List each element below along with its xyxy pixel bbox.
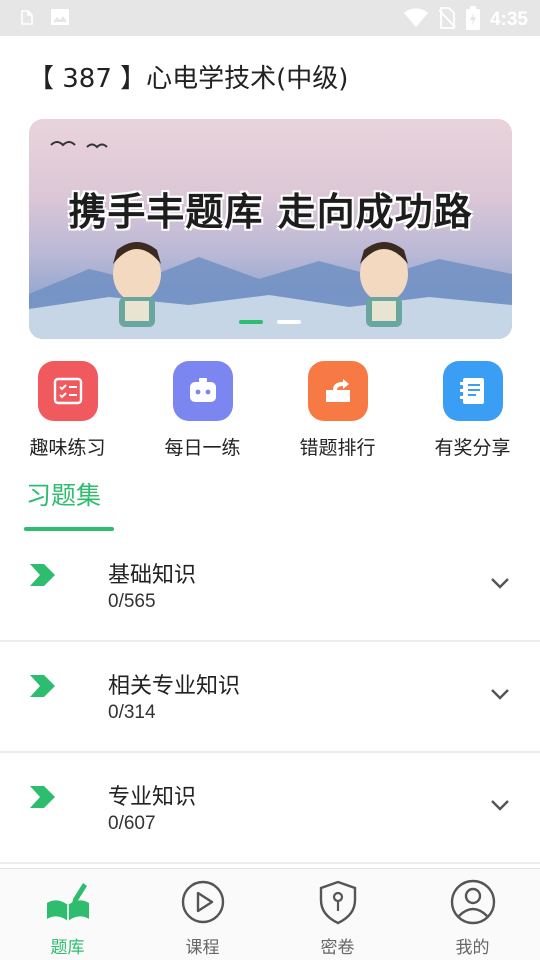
no-sim-icon — [438, 7, 456, 33]
play-circle-icon — [178, 879, 228, 929]
tab-label: 课程 — [185, 938, 220, 958]
status-time: 4:35 — [489, 9, 528, 30]
list-item-progress: 0/565 — [108, 591, 156, 612]
feature-daily-practice[interactable]: 每日一练 — [135, 361, 270, 460]
section-title: 习题集 — [26, 481, 102, 510]
tab-label: 密卷 — [320, 938, 355, 958]
battery-charging-icon — [465, 6, 480, 34]
tab-courses[interactable]: 课程 — [135, 869, 270, 960]
carousel-dot-1 — [239, 320, 263, 324]
carousel-dot-2 — [277, 320, 301, 324]
flag-icon — [30, 564, 56, 590]
feature-label: 趣味练习 — [29, 437, 106, 459]
chevron-down-icon[interactable] — [490, 797, 510, 816]
list-item[interactable]: 专业知识 0/607 — [0, 753, 540, 864]
book-pen-icon — [43, 879, 93, 929]
user-circle-icon — [448, 879, 498, 929]
list-item[interactable]: 相关专业知识 0/314 — [0, 642, 540, 753]
tab-label: 我的 — [455, 938, 490, 958]
notebook-icon — [442, 361, 503, 421]
list-item-progress: 0/607 — [108, 813, 156, 834]
shield-key-icon — [313, 879, 363, 929]
cartoon-scholar-right — [360, 242, 408, 327]
exercise-set-list: 基础知识 0/565 相关专业知识 0/314 专业知识 0/607 — [0, 531, 540, 864]
feature-fun-practice[interactable]: 趣味练习 — [0, 361, 135, 460]
share-box-icon — [307, 361, 368, 421]
tab-profile[interactable]: 我的 — [405, 869, 540, 960]
feature-label: 有奖分享 — [434, 437, 511, 459]
chevron-down-icon[interactable] — [490, 575, 510, 594]
wifi-icon — [403, 8, 428, 32]
tab-label: 题库 — [50, 938, 85, 958]
feature-reward-share[interactable]: 有奖分享 — [405, 361, 540, 460]
chevron-down-icon[interactable] — [490, 686, 510, 705]
cartoon-scholar-left — [113, 242, 161, 327]
bottom-tab-bar: 题库 课程 密卷 我的 — [0, 868, 540, 960]
checklist-icon — [37, 361, 98, 421]
clipboard-icon — [18, 8, 36, 30]
list-item[interactable]: 基础知识 0/565 — [0, 531, 540, 642]
tab-question-bank[interactable]: 题库 — [0, 869, 135, 960]
list-item-progress: 0/314 — [108, 702, 156, 723]
feature-label: 错题排行 — [299, 437, 376, 459]
robot-icon — [172, 361, 233, 421]
flag-icon — [30, 786, 56, 812]
list-item-title: 基础知识 — [108, 563, 197, 588]
carousel-indicator — [239, 320, 301, 324]
list-item-title: 相关专业知识 — [108, 674, 241, 699]
list-item-title: 专业知识 — [108, 785, 197, 810]
status-bar: 4:35 — [0, 0, 540, 36]
feature-label: 每日一练 — [164, 437, 241, 459]
promo-banner[interactable]: 携手丰题库 走向成功路 — [29, 119, 512, 339]
page-title: 【 387 】心电学技术(中级) — [28, 64, 349, 94]
feature-wrong-ranking[interactable]: 错题排行 — [270, 361, 405, 460]
tab-secret-papers[interactable]: 密卷 — [270, 869, 405, 960]
flag-icon — [30, 675, 56, 701]
feature-grid: 趣味练习 每日一练 错题排行 有奖分享 — [0, 361, 540, 460]
image-icon — [50, 8, 70, 30]
banner-slogan: 携手丰题库 走向成功路 — [68, 189, 473, 234]
